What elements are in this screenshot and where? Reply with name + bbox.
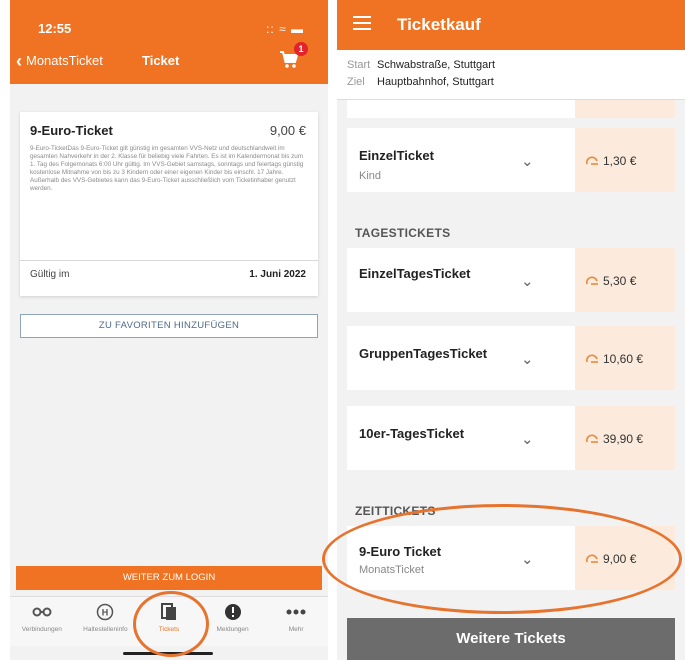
back-button[interactable]: ‹ MonatsTicket — [16, 50, 103, 71]
route-start: Start Schwabstraße, Stuttgart — [347, 59, 495, 71]
left-header: 12:55 :: ≈ ▬ ‹ MonatsTicket Ticket 1 — [10, 0, 328, 84]
ticket-name: 9-Euro Ticket — [359, 544, 442, 559]
more-tickets-button[interactable]: Weitere Tickets — [347, 618, 675, 660]
price-button[interactable]: 1,30 € — [575, 128, 675, 192]
tab-label: Meldungen — [216, 626, 249, 633]
left-screen: 12:55 :: ≈ ▬ ‹ MonatsTicket Ticket 1 9-E… — [10, 0, 328, 660]
tab-label: Verbindungen — [21, 626, 62, 633]
price-button[interactable]: 9,00 € — [575, 526, 675, 590]
tab-tickets[interactable]: Tickets — [139, 597, 199, 646]
right-screen: Ticketkauf Start Schwabstraße, Stuttgart… — [337, 0, 685, 660]
right-header: Ticketkauf — [337, 0, 685, 50]
back-label: MonatsTicket — [26, 53, 103, 68]
ticket-price-icon — [585, 156, 598, 165]
ticket-price-icon — [585, 554, 598, 563]
hamburger-icon-line — [353, 22, 371, 24]
valid-label: Gültig im — [30, 269, 70, 280]
tab-label: Mehr — [288, 626, 304, 633]
ticket-price: 10,60 € — [603, 352, 644, 366]
page-title: Ticketkauf — [397, 15, 481, 34]
tab-label: Tickets — [158, 626, 180, 633]
section-time-tickets: ZEITTICKETS — [355, 504, 436, 518]
price-button[interactable]: 10,60 € — [575, 326, 675, 390]
add-favorite-button[interactable]: ZU FAVORITEN HINZUFÜGEN — [20, 314, 318, 338]
ticket-price: 5,30 € — [603, 274, 637, 288]
section-day-tickets: TAGESTICKETS — [355, 226, 451, 240]
valid-date: 1. Juni 2022 — [249, 269, 306, 280]
ticket-name: EinzelTagesTicket — [359, 266, 471, 281]
end-value: Hauptbahnhof, Stuttgart — [377, 76, 494, 88]
price-button[interactable]: 5,30 € — [575, 248, 675, 312]
price-cell — [575, 100, 675, 118]
svg-text:H: H — [102, 608, 109, 618]
start-label: Start — [347, 59, 371, 71]
ticket-price: 1,30 € — [603, 154, 637, 168]
chevron-down-icon[interactable]: ⌄ — [521, 350, 534, 368]
ticket-subtitle: Kind — [359, 170, 382, 182]
route-icon — [32, 607, 52, 617]
ticket-price: 39,90 € — [603, 432, 644, 446]
ticket-name: 10er-TagesTicket — [359, 426, 465, 441]
tickets-icon — [160, 603, 176, 620]
ticket-row-partial[interactable] — [347, 100, 675, 118]
tab-alerts[interactable]: Meldungen — [203, 597, 263, 646]
ticket-row[interactable]: GruppenTagesTicket ⌄ 10,60 € — [347, 326, 675, 390]
tab-bar: Verbindungen H Haltestelleninfo Tickets — [10, 596, 328, 646]
home-indicator — [123, 652, 213, 655]
ticket-card: 9-Euro-Ticket 9,00 € 9-Euro-TicketDas 9-… — [20, 112, 318, 296]
tab-stop-info[interactable]: H Haltestelleninfo — [75, 597, 135, 646]
cart-button[interactable]: 1 — [278, 42, 308, 70]
ticket-row[interactable]: 10er-TagesTicket ⌄ 39,90 € — [347, 406, 675, 470]
ticket-name: GruppenTagesTicket — [359, 346, 488, 361]
ticket-row-highlighted[interactable]: 9-Euro Ticket MonatsTicket ⌄ 9,00 € — [347, 526, 675, 590]
status-icons: :: ≈ ▬ — [266, 22, 304, 36]
ticket-subtitle: MonatsTicket — [359, 564, 425, 576]
chevron-down-icon[interactable]: ⌄ — [521, 430, 534, 448]
ticket-price: 9,00 € — [603, 552, 637, 566]
chevron-down-icon[interactable]: ⌄ — [521, 272, 534, 290]
ticket-row[interactable]: EinzelTagesTicket ⌄ 5,30 € — [347, 248, 675, 312]
price-button[interactable]: 39,90 € — [575, 406, 675, 470]
ticket-price-icon — [585, 434, 598, 443]
continue-login-button[interactable]: WEITER ZUM LOGIN — [16, 566, 322, 590]
ticket-price: 9,00 € — [269, 123, 306, 138]
alert-icon — [224, 604, 241, 620]
route-end: Ziel Hauptbahnhof, Stuttgart — [347, 76, 494, 88]
tab-connections[interactable]: Verbindungen — [12, 597, 72, 646]
chevron-down-icon[interactable]: ⌄ — [521, 550, 534, 568]
tab-label: Haltestelleninfo — [83, 626, 128, 633]
ticket-name: 9-Euro-Ticket — [30, 123, 113, 138]
end-label: Ziel — [347, 76, 365, 88]
card-divider — [20, 260, 318, 261]
more-icon — [286, 609, 306, 615]
status-time: 12:55 — [38, 21, 72, 36]
cart-badge: 1 — [294, 42, 308, 56]
chevron-down-icon[interactable]: ⌄ — [521, 152, 534, 170]
hamburger-icon-line — [353, 28, 371, 30]
page-title: Ticket — [142, 53, 180, 68]
ticket-row[interactable]: EinzelTicket Kind ⌄ 1,30 € — [347, 128, 675, 192]
ticket-name: EinzelTicket — [359, 148, 434, 163]
ticket-price-icon — [585, 276, 598, 285]
ticket-price-icon — [585, 354, 598, 363]
tab-more[interactable]: Mehr — [266, 597, 326, 646]
menu-button[interactable] — [353, 16, 371, 32]
chevron-left-icon: ‹ — [16, 50, 22, 71]
ticket-description: 9-Euro-TicketDas 9-Euro-Ticket gilt güns… — [30, 145, 304, 192]
hamburger-icon — [353, 16, 371, 18]
route-panel: Start Schwabstraße, Stuttgart Ziel Haupt… — [337, 50, 685, 100]
stop-icon: H — [97, 603, 114, 621]
start-value: Schwabstraße, Stuttgart — [377, 59, 495, 71]
